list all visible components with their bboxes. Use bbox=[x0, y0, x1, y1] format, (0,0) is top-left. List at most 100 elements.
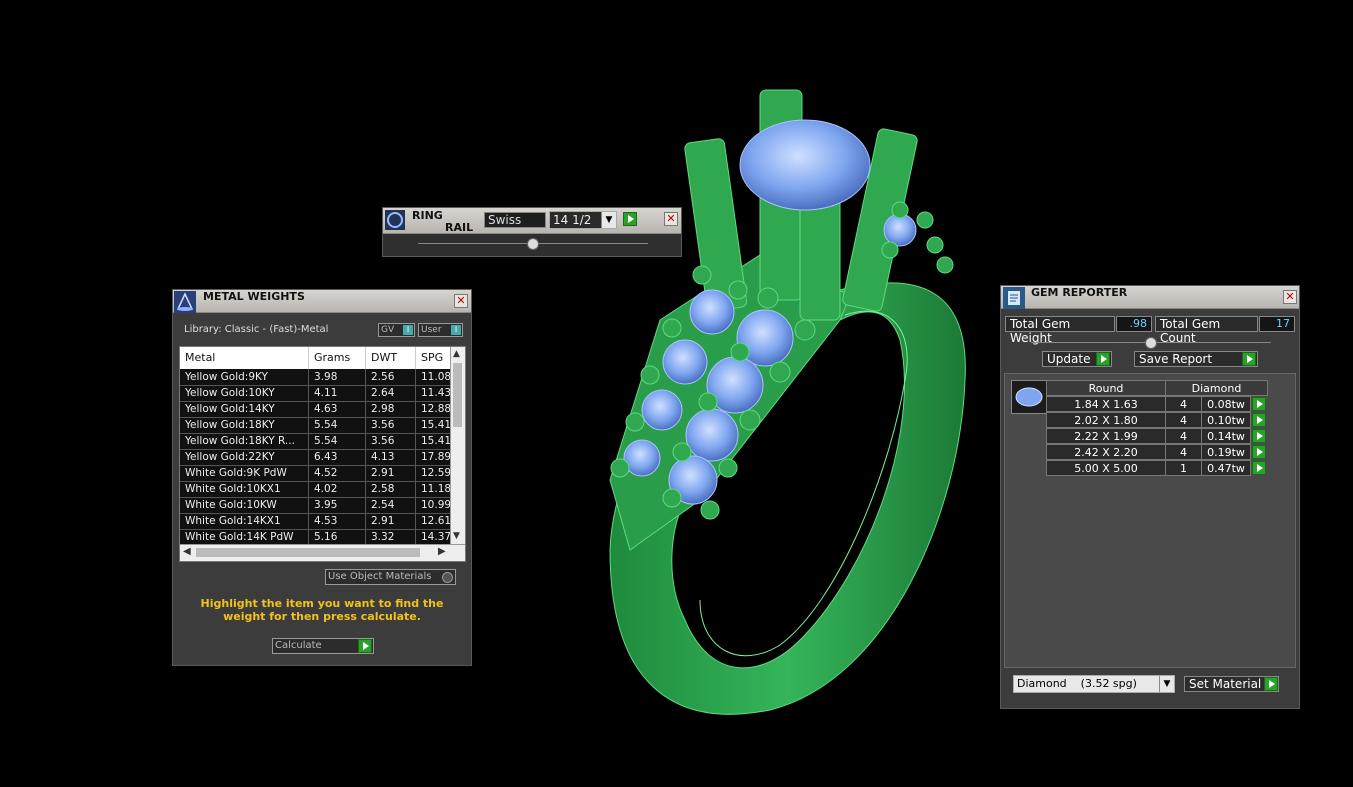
calculate-go-icon[interactable] bbox=[358, 639, 372, 653]
gem-row-go-icon[interactable] bbox=[1252, 461, 1266, 475]
table-row[interactable]: Yellow Gold:18KY R... 5.54 3.56 15.41 bbox=[180, 433, 452, 450]
set-material-go-icon[interactable] bbox=[1264, 677, 1278, 691]
table-cell: White Gold:14K PdW bbox=[180, 529, 309, 545]
gv-toggle[interactable]: GV I bbox=[378, 323, 415, 337]
table-cell: 17.89 bbox=[416, 449, 452, 465]
close-icon[interactable]: ✕ bbox=[664, 212, 678, 226]
ring-rail-title-line2: RAIL bbox=[445, 221, 474, 234]
horizontal-scrollbar[interactable]: ◀ ▶ bbox=[180, 544, 465, 561]
toggle-indicator-icon: I bbox=[451, 325, 461, 335]
gem-reporter-panel: GEM REPORTER ✕ Total Gem Weight .98 Tota… bbox=[1000, 285, 1300, 709]
scroll-up-icon[interactable]: ▲ bbox=[453, 349, 460, 359]
metal-weights-titlebar[interactable]: METAL WEIGHTS ✕ bbox=[173, 290, 471, 313]
column-header-spg[interactable]: SPG bbox=[416, 347, 452, 369]
table-row[interactable]: Yellow Gold:18KY 5.54 3.56 15.41 bbox=[180, 417, 452, 434]
table-row[interactable]: White Gold:10KW 3.95 2.54 10.99 bbox=[180, 497, 452, 514]
ring-icon bbox=[385, 210, 405, 230]
chevron-down-icon[interactable]: ▼ bbox=[1159, 676, 1174, 692]
table-cell: 4.02 bbox=[309, 481, 366, 497]
table-cell: 5.54 bbox=[309, 433, 366, 449]
set-material-label: Set Material bbox=[1189, 677, 1262, 691]
metal-weights-table: Metal Grams DWT SPG Yellow Gold:9KY 3.98 2… bbox=[179, 346, 466, 562]
table-cell: 5.54 bbox=[309, 417, 366, 433]
table-cell: 2.54 bbox=[366, 497, 416, 513]
column-header-dwt[interactable]: DWT bbox=[366, 347, 416, 369]
gem-row-go-icon[interactable] bbox=[1252, 413, 1266, 427]
table-cell: 11.18 bbox=[416, 481, 452, 497]
table-header: Metal Grams DWT SPG bbox=[180, 347, 452, 369]
save-report-button[interactable]: Save Report bbox=[1134, 351, 1258, 367]
table-cell: 4.53 bbox=[309, 513, 366, 529]
side-gem bbox=[689, 289, 735, 335]
gem-slider-knob[interactable] bbox=[1145, 337, 1157, 349]
gem-reporter-titlebar[interactable]: GEM REPORTER ✕ bbox=[1001, 286, 1299, 309]
gem-size-cell: 1.84 X 1.63 bbox=[1046, 396, 1166, 412]
scroll-down-icon[interactable]: ▼ bbox=[453, 531, 460, 541]
scroll-left-icon[interactable]: ◀ bbox=[183, 546, 191, 557]
chevron-down-icon[interactable]: ▼ bbox=[601, 212, 616, 228]
ring-rail-panel: RING RAIL Swiss 14 1/2 ▼ ✕ bbox=[382, 207, 682, 257]
use-object-materials-button[interactable]: Use Object Materials bbox=[325, 569, 456, 585]
table-row[interactable]: Yellow Gold:22KY 6.43 4.13 17.89 bbox=[180, 449, 452, 466]
table-row[interactable]: Yellow Gold:9KY 3.98 2.56 11.08 bbox=[180, 369, 452, 386]
update-go-icon[interactable] bbox=[1096, 352, 1110, 366]
save-report-label: Save Report bbox=[1139, 352, 1213, 366]
ring-3d-viewport[interactable] bbox=[590, 80, 990, 720]
ring-size-select[interactable]: 14 1/2 ▼ bbox=[549, 211, 617, 229]
table-row[interactable]: White Gold:9K PdW 4.52 2.91 12.59 bbox=[180, 465, 452, 482]
table-cell: 3.32 bbox=[366, 529, 416, 545]
table-row[interactable]: Yellow Gold:14KY 4.63 2.98 12.88 bbox=[180, 401, 452, 418]
table-cell: 6.43 bbox=[309, 449, 366, 465]
table-cell: 11.08 bbox=[416, 369, 452, 385]
total-gem-weight-label: Total Gem Weight bbox=[1005, 316, 1115, 345]
gem-size-cell: 2.22 X 1.99 bbox=[1046, 428, 1166, 444]
table-row[interactable]: White Gold:10KX1 4.02 2.58 11.18 bbox=[180, 481, 452, 498]
gem-count-cell: 1 bbox=[1165, 460, 1202, 476]
size-system-field[interactable]: Swiss bbox=[484, 212, 546, 228]
ring-rail-title-line1: RING bbox=[412, 209, 443, 222]
table-cell: 12.61 bbox=[416, 513, 452, 529]
table-row[interactable]: Yellow Gold:10KY 4.11 2.64 11.43 bbox=[180, 385, 452, 402]
close-icon[interactable]: ✕ bbox=[454, 294, 468, 308]
report-icon bbox=[1003, 287, 1025, 309]
close-icon[interactable]: ✕ bbox=[1283, 290, 1297, 304]
gem-list: Round Diamond 1.84 X 1.63 4 0.08tw 2.02 X 1… bbox=[1004, 373, 1296, 668]
column-header-metal[interactable]: Metal bbox=[180, 347, 309, 369]
table-cell: 3.56 bbox=[366, 433, 416, 449]
ring-rail-titlebar[interactable]: RING RAIL Swiss 14 1/2 ▼ ✕ bbox=[383, 208, 681, 234]
gem-weight-cell: 0.47tw bbox=[1201, 460, 1251, 476]
user-toggle[interactable]: User I bbox=[418, 323, 463, 337]
table-row[interactable]: White Gold:14KX1 4.53 2.91 12.61 bbox=[180, 513, 452, 530]
scale-icon bbox=[174, 291, 196, 313]
table-cell: 3.56 bbox=[366, 417, 416, 433]
gem-count-cell: 4 bbox=[1165, 412, 1202, 428]
scroll-right-icon[interactable]: ▶ bbox=[438, 546, 446, 557]
save-report-go-icon[interactable] bbox=[1242, 352, 1256, 366]
table-cell: 2.58 bbox=[366, 481, 416, 497]
gem-row-go-icon[interactable] bbox=[1252, 445, 1266, 459]
table-cell: 14.37 bbox=[416, 529, 452, 545]
table-cell: 4.52 bbox=[309, 465, 366, 481]
side-gem bbox=[662, 339, 708, 385]
vertical-scrollbar[interactable]: ▲ ▼ bbox=[450, 347, 465, 545]
side-gem bbox=[641, 389, 683, 431]
scrollbar-thumb[interactable] bbox=[453, 363, 462, 427]
table-cell: 3.98 bbox=[309, 369, 366, 385]
table-cell: 15.41 bbox=[416, 433, 452, 449]
ring-rail-slider-knob[interactable] bbox=[527, 238, 539, 250]
gem-row-go-icon[interactable] bbox=[1252, 429, 1266, 443]
gv-toggle-label: GV bbox=[381, 325, 395, 335]
table-cell: Yellow Gold:14KY bbox=[180, 401, 309, 417]
gem-weight-cell: 0.10tw bbox=[1201, 412, 1251, 428]
material-select[interactable]: Diamond (3.52 spg) ▼ bbox=[1013, 675, 1175, 693]
table-cell: Yellow Gold:18KY R... bbox=[180, 433, 309, 449]
scrollbar-thumb[interactable] bbox=[196, 548, 420, 557]
table-cell: Yellow Gold:10KY bbox=[180, 385, 309, 401]
gem-row-go-icon[interactable] bbox=[1252, 397, 1266, 411]
use-object-materials-label: Use Object Materials bbox=[328, 571, 432, 582]
column-header-grams[interactable]: Grams bbox=[309, 347, 366, 369]
apply-size-button[interactable] bbox=[623, 212, 637, 226]
table-cell: White Gold:14KX1 bbox=[180, 513, 309, 529]
update-label: Update bbox=[1047, 352, 1091, 366]
total-gem-count-label: Total Gem Count bbox=[1155, 316, 1258, 345]
